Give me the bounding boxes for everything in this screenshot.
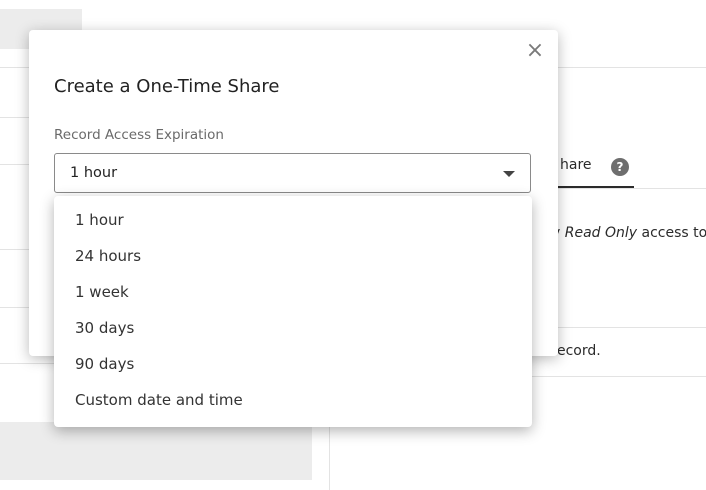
access-emphasis: Read Only (564, 225, 638, 241)
option-label: Custom date and time (75, 391, 243, 409)
record-text: ecord. (557, 343, 601, 359)
option-30-days[interactable]: 30 days (54, 311, 532, 347)
option-custom-date-time[interactable]: Custom date and time (54, 383, 532, 419)
option-24-hours[interactable]: 24 hours (54, 239, 532, 275)
option-label: 90 days (75, 355, 135, 373)
option-label: 30 days (75, 319, 135, 337)
divider (558, 67, 706, 68)
expiration-selected-value: 1 hour (70, 165, 118, 181)
option-label: 1 hour (75, 211, 124, 229)
option-1-week[interactable]: 1 week (54, 275, 532, 311)
option-90-days[interactable]: 90 days (54, 347, 532, 383)
dialog-title: Create a One-Time Share (54, 76, 280, 97)
access-description: y Read Only access to (552, 225, 706, 241)
expiration-dropdown-menu: 1 hour 24 hours 1 week 30 days 90 days C… (54, 196, 532, 427)
access-suffix: access to (637, 225, 706, 241)
option-1-hour[interactable]: 1 hour (54, 203, 532, 239)
tab-share-label[interactable]: hare (560, 157, 592, 173)
background-footer-block (0, 422, 312, 480)
option-label: 1 week (75, 283, 129, 301)
caret-down-icon (503, 171, 515, 177)
expiration-select[interactable]: 1 hour (54, 153, 531, 193)
expiration-field-label: Record Access Expiration (54, 127, 224, 143)
option-label: 24 hours (75, 247, 142, 265)
divider (530, 376, 706, 377)
close-icon[interactable]: × (524, 40, 546, 62)
help-icon[interactable]: ? (611, 158, 629, 176)
